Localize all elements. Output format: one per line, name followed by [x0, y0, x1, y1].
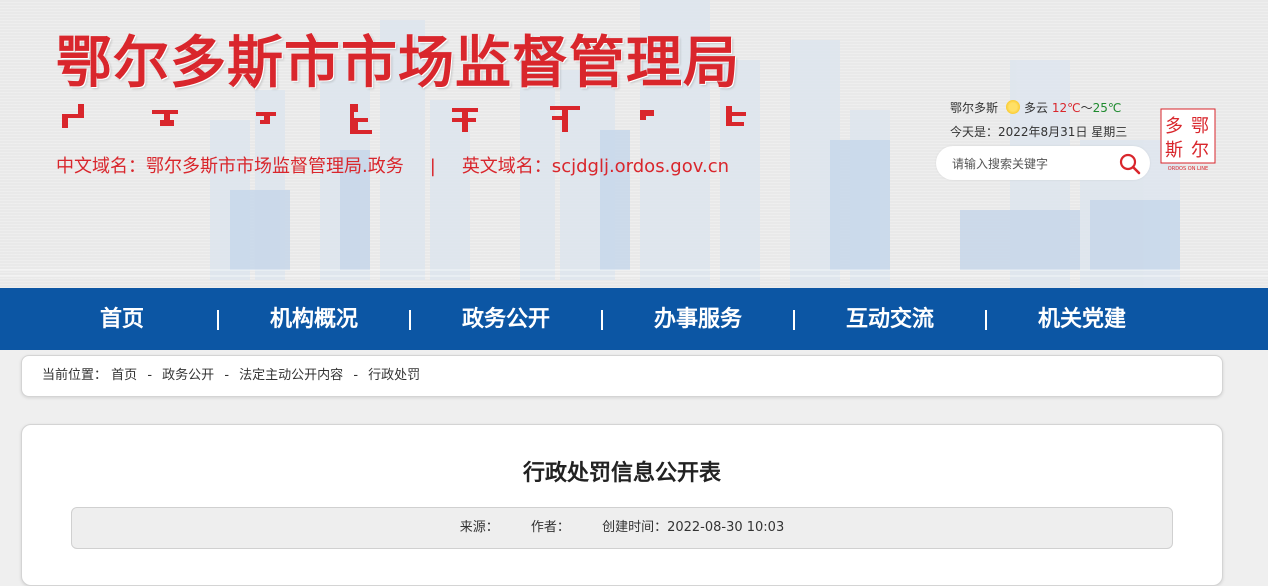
nav-divider [217, 310, 219, 330]
created-time: 创建时间：2022-08-30 10:03 [602, 520, 784, 535]
sun-cloud-icon [1006, 100, 1021, 114]
breadcrumb-statutory-disclosure-link[interactable]: 法定主动公开内容 [239, 368, 343, 383]
mongolian-script-title [62, 104, 746, 134]
domain-info: 中文域名：鄂尔多斯市市场监督管理局.政务 | 英文域名：scjdglj.ordos.… [56, 152, 729, 178]
breadcrumb-home-link[interactable]: 首页 [111, 368, 137, 383]
breadcrumb-gov-affairs-link[interactable]: 政务公开 [162, 368, 214, 383]
en-domain-text: 英文域名：scjdglj.ordos.gov.cn [461, 156, 730, 177]
weather-city: 鄂尔多斯 [950, 101, 999, 115]
site-title: 鄂尔多斯市市场监督管理局 [56, 30, 740, 96]
weather-condition: 多云 [1024, 101, 1049, 115]
breadcrumb-dash: - [353, 368, 359, 383]
weather-widget: 鄂尔多斯 多云 12℃～25℃ 今天是：2022年8月31日 星期三 [950, 96, 1127, 144]
nav-item-org-overview[interactable]: 机构概况 [218, 288, 410, 350]
nav-item-party-building[interactable]: 机关党建 [986, 288, 1178, 350]
breadcrumb-prefix: 当前位置： [42, 368, 108, 383]
nav-item-services[interactable]: 办事服务 [602, 288, 794, 350]
breadcrumb-admin-penalty-link[interactable]: 行政处罚 [368, 368, 420, 383]
nav-item-home[interactable]: 首页 [26, 288, 218, 350]
nav-divider [985, 310, 987, 330]
created-label: 创建时间： [602, 520, 668, 535]
seal-char-1: 多 [1165, 116, 1183, 137]
article-meta-bar: 来源： 作者： 创建时间：2022-08-30 10:03 [71, 507, 1173, 549]
ordos-online-seal: 多 鄂 斯 尔 ORDOS ON LINE [1160, 108, 1216, 172]
search-icon[interactable] [1118, 152, 1142, 176]
seal-char-3: 斯 [1165, 140, 1183, 161]
search-box [936, 146, 1150, 180]
breadcrumb: 当前位置： 首页 - 政务公开 - 法定主动公开内容 - 行政处罚 [21, 355, 1223, 397]
article-title: 行政处罚信息公开表 [522, 461, 721, 486]
weather-line: 鄂尔多斯 多云 12℃～25℃ [950, 96, 1127, 120]
author-label: 作者： [530, 520, 570, 535]
nav-divider [793, 310, 795, 330]
weather-low-temp: 12℃ [1051, 101, 1081, 115]
nav-item-interaction[interactable]: 互动交流 [794, 288, 986, 350]
source-label: 来源： [459, 520, 499, 535]
breadcrumb-dash: - [147, 368, 153, 383]
seal-char-2: 鄂 [1191, 116, 1209, 137]
nav-item-gov-affairs[interactable]: 政务公开 [410, 288, 602, 350]
weather-high-temp: 25℃ [1092, 101, 1122, 115]
date-line: 今天是：2022年8月31日 星期三 [950, 125, 1128, 139]
search-input[interactable] [950, 154, 1114, 174]
main-nav: 首页 机构概况 政务公开 办事服务 互动交流 机关党建 [0, 288, 1268, 350]
nav-divider [601, 310, 603, 330]
domain-separator: | [429, 156, 436, 177]
site-header: 鄂尔多斯市市场监督管理局 中文域名：鄂尔多斯市市场监督管理局.政务 | 英文域名：s… [0, 0, 1268, 288]
seal-caption: ORDOS ON LINE [1168, 166, 1208, 172]
nav-divider [409, 310, 411, 330]
cn-domain-text: 中文域名：鄂尔多斯市市场监督管理局.政务 [56, 156, 404, 177]
weather-tilde: ～ [1080, 101, 1093, 115]
created-value: 2022-08-30 10:03 [667, 520, 785, 535]
seal-char-4: 尔 [1191, 140, 1209, 161]
article-panel: 行政处罚信息公开表 来源： 作者： 创建时间：2022-08-30 10:03 [21, 424, 1223, 586]
breadcrumb-dash: - [224, 368, 230, 383]
